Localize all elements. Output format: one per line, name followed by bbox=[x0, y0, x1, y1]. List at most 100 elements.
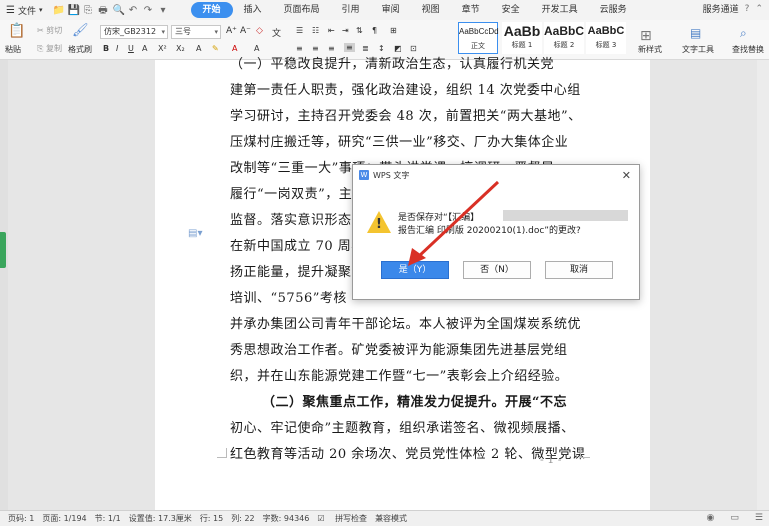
align-justify-icon[interactable]: ≡ bbox=[344, 43, 355, 52]
sort-icon[interactable]: ⇅ bbox=[356, 26, 363, 35]
preview-icon[interactable]: 🔍 bbox=[113, 5, 125, 16]
clear-format-icon[interactable]: ◇ bbox=[256, 26, 263, 36]
more-icon[interactable]: ▾ bbox=[158, 5, 169, 16]
doc-line: 初心、牢记使命”主题教育，组织承诺签名、微视频展播、 bbox=[230, 421, 575, 436]
text-tools-icon[interactable]: ▤ bbox=[690, 26, 701, 40]
dialog-title: WPS 文字 bbox=[373, 170, 410, 180]
style-heading-3[interactable]: AaBbC 标题 3 bbox=[586, 22, 626, 54]
status-words[interactable]: 字数: 94346 bbox=[263, 513, 310, 524]
pinyin-icon[interactable]: 文 bbox=[272, 26, 281, 39]
cut-button[interactable]: ✂ 剪切 bbox=[37, 25, 62, 36]
increase-indent-icon[interactable]: ⇥ bbox=[342, 26, 349, 35]
subscript-icon[interactable]: X₂ bbox=[176, 44, 185, 53]
copy-button[interactable]: ⎘ 复制 bbox=[37, 43, 62, 54]
tab-chapter[interactable]: 章节 bbox=[451, 2, 491, 18]
eye-icon[interactable]: ◉ bbox=[707, 513, 715, 523]
char-border-icon[interactable]: A bbox=[254, 44, 259, 53]
save-dialog: W WPS 文字 ✕ ! 是否保存对“【汇编】 报告汇编 印刷版 2020021… bbox=[352, 164, 640, 300]
style-heading-3-preview: AaBbC bbox=[587, 25, 625, 37]
service-channel-link[interactable]: 服务通道 bbox=[703, 2, 739, 15]
new-style-button[interactable]: 新样式 bbox=[638, 44, 662, 55]
tab-cloud[interactable]: 云服务 bbox=[589, 2, 638, 18]
paragraph-handle-icon[interactable]: ▤▾ bbox=[188, 228, 202, 239]
undo-icon[interactable]: ↶ bbox=[128, 5, 139, 16]
strikethrough-icon[interactable]: A bbox=[142, 44, 147, 53]
distributed-icon[interactable]: ≣ bbox=[362, 44, 369, 53]
tab-view[interactable]: 视图 bbox=[411, 2, 451, 18]
grow-font-icon[interactable]: A⁺ bbox=[226, 26, 237, 36]
new-style-icon[interactable]: ⊞ bbox=[640, 28, 652, 44]
format-painter-button[interactable]: 格式刷 bbox=[68, 44, 92, 55]
text-effect-icon[interactable]: A bbox=[196, 44, 201, 53]
file-menu[interactable]: ☰ 文件 ▾ bbox=[0, 4, 43, 17]
cancel-button[interactable]: 取消 bbox=[545, 261, 613, 279]
font-name-value: 仿宋_GB2312 bbox=[104, 27, 157, 36]
table-icon[interactable]: ⊞ bbox=[390, 26, 397, 35]
tab-developer[interactable]: 开发工具 bbox=[531, 2, 589, 18]
chevron-down-icon: ▾ bbox=[38, 6, 43, 14]
paste-button[interactable]: 粘贴 bbox=[5, 44, 21, 55]
doc-line: 秀思想政治工作者。矿党委被评为能源集团先进基层党组 bbox=[230, 343, 568, 358]
font-name-select[interactable]: 仿宋_GB2312 ▾ bbox=[100, 25, 168, 39]
vertical-scrollbar[interactable] bbox=[757, 60, 769, 510]
redo-icon[interactable]: ↷ bbox=[143, 5, 154, 16]
show-marks-icon[interactable]: ¶ bbox=[372, 26, 377, 35]
font-size-select[interactable]: 三号 ▾ bbox=[171, 25, 221, 39]
highlight-icon[interactable]: ✎ bbox=[212, 44, 219, 53]
tab-review[interactable]: 审阅 bbox=[371, 2, 411, 18]
tab-references[interactable]: 引用 bbox=[331, 2, 371, 18]
tab-home[interactable]: 开始 bbox=[190, 2, 233, 18]
save-icon[interactable]: 💾 bbox=[68, 5, 80, 16]
align-right-icon[interactable]: ≡ bbox=[328, 44, 335, 53]
shading-icon[interactable]: ◩ bbox=[394, 44, 402, 53]
side-panel-tab[interactable] bbox=[0, 232, 6, 268]
wps-logo-icon: W bbox=[359, 170, 369, 180]
doc-line: 建第一责任人职责，强化政治建设，组织 14 次党委中心组 bbox=[230, 83, 581, 98]
underline-icon[interactable]: U bbox=[128, 44, 134, 53]
outline-view-icon[interactable]: ☰ bbox=[755, 513, 763, 523]
italic-icon[interactable]: I bbox=[116, 44, 118, 53]
find-replace-icon[interactable]: ⌕ bbox=[740, 26, 747, 41]
chevron-up-icon[interactable]: ⌃ bbox=[755, 4, 763, 14]
ribbon-tabs: 开始 插入 页面布局 引用 审阅 视图 章节 安全 开发工具 云服务 bbox=[190, 2, 638, 18]
line-spacing-icon[interactable]: ↕ bbox=[378, 44, 385, 53]
spellcheck-button[interactable]: ☑ 拼写检查 bbox=[317, 513, 367, 524]
text-tools-button[interactable]: 文字工具 bbox=[682, 44, 714, 55]
status-pages[interactable]: 页面: 1/194 bbox=[42, 513, 86, 524]
superscript-icon[interactable]: X² bbox=[158, 44, 167, 53]
style-normal[interactable]: AaBbCcDd 正文 bbox=[458, 22, 499, 54]
borders-icon[interactable]: ⊡ bbox=[410, 44, 417, 53]
tab-security[interactable]: 安全 bbox=[491, 2, 531, 18]
style-heading-3-label: 标题 3 bbox=[595, 41, 617, 49]
help-icon[interactable]: ? bbox=[745, 4, 750, 14]
tab-insert[interactable]: 插入 bbox=[233, 2, 273, 18]
print-icon[interactable]: 🖶 bbox=[98, 5, 109, 16]
page-view-icon[interactable]: ▭ bbox=[730, 513, 739, 523]
doc-line: 培训、“5756”考核 bbox=[230, 291, 347, 306]
font-color-icon[interactable]: A bbox=[232, 44, 237, 53]
find-replace-button[interactable]: 查找替换 bbox=[732, 44, 764, 55]
style-heading-2[interactable]: AaBbC 标题 2 bbox=[544, 22, 584, 54]
align-left-icon[interactable]: ≡ bbox=[296, 44, 303, 53]
doc-line: 履行“一岗双责”，主 bbox=[230, 187, 353, 202]
bold-icon[interactable]: B bbox=[103, 44, 109, 53]
style-heading-2-label: 标题 2 bbox=[553, 41, 575, 49]
yes-button[interactable]: 是（Y） bbox=[381, 261, 449, 279]
margin-corner-mark bbox=[580, 448, 590, 458]
no-button[interactable]: 否（N） bbox=[463, 261, 531, 279]
bullets-icon[interactable]: ☰ bbox=[296, 26, 303, 35]
numbering-icon[interactable]: ☷ bbox=[312, 26, 319, 35]
decrease-indent-icon[interactable]: ⇤ bbox=[328, 26, 335, 35]
left-nav-strip bbox=[0, 60, 8, 510]
style-heading-1[interactable]: AaBb 标题 1 bbox=[502, 22, 542, 54]
doc-line: 织，并在山东能源党建工作暨“七一”表彰会上介绍经验。 bbox=[230, 369, 569, 384]
paste-icon[interactable]: 📋 bbox=[8, 23, 25, 39]
format-painter-icon[interactable]: 🖌 bbox=[72, 23, 89, 38]
tab-page-layout[interactable]: 页面布局 bbox=[273, 2, 331, 18]
open-folder-icon[interactable]: 📁 bbox=[53, 5, 65, 16]
shrink-font-icon[interactable]: A⁻ bbox=[240, 26, 251, 36]
align-center-icon[interactable]: ≡ bbox=[312, 44, 319, 53]
export-icon[interactable]: ⎘ bbox=[83, 5, 94, 16]
doc-line: 学习研讨，主持召开党委会 48 次，前置把关“两大基地”、 bbox=[230, 109, 582, 124]
close-icon[interactable]: ✕ bbox=[622, 169, 631, 182]
